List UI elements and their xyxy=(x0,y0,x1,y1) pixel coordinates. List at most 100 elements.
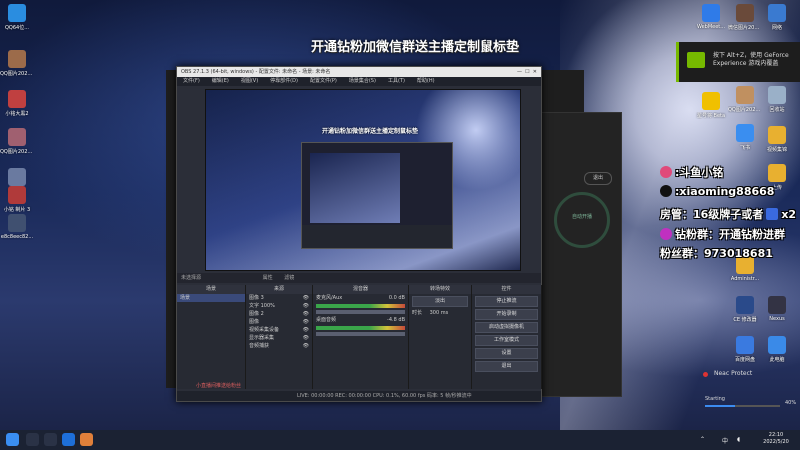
clock-time: 22:10 xyxy=(768,432,784,438)
desktop-icon-label: QQ64位... xyxy=(4,25,29,31)
app-icon xyxy=(736,336,754,354)
neac-protect-label: Neac Protect xyxy=(714,370,753,377)
desktop-icon[interactable]: 回收站 xyxy=(760,86,794,113)
app-icon[interactable] xyxy=(80,433,93,446)
scene-item[interactable]: 场景 xyxy=(177,294,245,302)
steam-icon[interactable] xyxy=(62,433,75,446)
starting-percent: 40% xyxy=(785,400,797,406)
sources-title: 来源 xyxy=(246,285,312,294)
mixer-channel-header: 麦克风/Aux 0.0 dB xyxy=(313,294,408,302)
ime-indicator[interactable]: 中 xyxy=(722,436,728,445)
tray-chevron-icon[interactable]: ⌃ xyxy=(700,436,705,443)
filters-button[interactable]: 滤镜 xyxy=(284,275,294,281)
source-item[interactable]: 文字 100% 👁 xyxy=(246,302,312,310)
control-button[interactable]: 启动虚拟摄像机 xyxy=(475,322,538,333)
app-icon xyxy=(702,4,720,22)
desktop-icon[interactable]: e8c8eec82... xyxy=(0,214,34,240)
start-icon[interactable] xyxy=(6,433,19,446)
source-item[interactable]: 图像 2 👁 xyxy=(246,310,312,318)
auto-live-ring[interactable] xyxy=(554,192,610,248)
transition-duration[interactable]: 时长 300 ms xyxy=(409,309,471,317)
desktop-icon[interactable]: QQ图片20220506... xyxy=(0,50,34,77)
source-item[interactable]: 音频捕获 👁 xyxy=(246,342,312,350)
desktop-icon[interactable]: CE 修改器 xyxy=(728,296,762,323)
mixer-dock: 混音器 麦克风/Aux 0.0 dB 桌面音频 -4.8 dB xyxy=(313,285,409,389)
source-item[interactable]: 显示器采集 👁 xyxy=(246,334,312,342)
menu-item[interactable]: 帮助(H) xyxy=(417,78,435,84)
desktop-icon[interactable]: 此电脑 xyxy=(760,336,794,363)
starting-label: Starting xyxy=(705,396,725,402)
desktop-icon-label: QQ图片20220510... xyxy=(0,149,34,155)
eye-icon[interactable]: 👁 xyxy=(303,326,309,334)
control-button[interactable]: 停止推流 xyxy=(475,296,538,307)
menu-item[interactable]: 视图(V) xyxy=(241,78,258,84)
obs-menu-bar: 文件(F) 编辑(E) 视图(V) 停靠部件(D) 配置文件(P) 场景集合(S) 工具(T… xyxy=(177,77,541,86)
source-item[interactable]: 视频采集设备 👁 xyxy=(246,326,312,334)
zuanfen-info: 钻粉群：开通钻粉进群 xyxy=(660,226,785,242)
eye-icon[interactable]: 👁 xyxy=(303,334,309,342)
desktop-icon[interactable]: 飞书 xyxy=(728,124,762,151)
app-icon xyxy=(768,164,786,182)
eye-icon[interactable]: 👁 xyxy=(303,294,309,302)
desktop-icon[interactable]: 视频集锦 xyxy=(760,126,794,153)
volume-slider[interactable] xyxy=(316,310,405,314)
diamond-icon xyxy=(660,228,672,240)
desktop-icon[interactable]: 百度网盘 xyxy=(728,336,762,363)
app-icon xyxy=(736,86,754,104)
window-controls[interactable]: — ☐ ✕ xyxy=(517,67,537,77)
nested-obs-preview xyxy=(301,142,453,249)
status-text: LIVE: 00:00:00 REC: 00:00:00 CPU: 0.1%, … xyxy=(297,393,472,399)
desktop-icon[interactable]: Nexus xyxy=(760,296,794,322)
source-toolbar: 未选择源 属性 滤镜 xyxy=(177,273,541,283)
douyu-id: :斗鱼小铭 xyxy=(660,164,723,180)
volume-meter xyxy=(316,304,405,308)
source-item[interactable]: 图像 👁 xyxy=(246,318,312,326)
volume-meter xyxy=(316,326,405,330)
volume-icon[interactable]: ◖ xyxy=(737,436,740,443)
desktop-icon[interactable]: 星号将 Beta xyxy=(694,92,728,119)
scenes-dock: 场景 场景 xyxy=(177,285,246,389)
nvidia-toast[interactable]: 按下 Alt+Z，使用 GeForce Experience 游戏内覆盖 xyxy=(676,42,800,82)
desktop-icon[interactable]: QQ图片20220510... xyxy=(0,128,34,155)
desktop-icon[interactable]: 网络 xyxy=(760,4,794,31)
duration-label: 时长 xyxy=(412,310,423,316)
obs-preview[interactable]: 开通钻粉加微信群送主播定制鼠标垫 xyxy=(205,89,521,271)
eye-icon[interactable]: 👁 xyxy=(303,302,309,310)
obs-title-bar: OBS 27.1.3 (64-bit, windows) - 配置文件: 未命名… xyxy=(177,67,541,77)
desktop-icon[interactable]: 小铭 制片 3 xyxy=(0,186,34,213)
menu-item[interactable]: 工具(T) xyxy=(388,78,405,84)
desktop-icon[interactable]: WebMeet... xyxy=(694,4,728,30)
transition-dock: 转场特效 淡出 时长 300 ms xyxy=(409,285,472,389)
transition-select[interactable]: 淡出 xyxy=(412,296,468,307)
properties-button[interactable]: 属性 xyxy=(263,275,273,281)
control-button[interactable]: 工作室模式 xyxy=(475,335,538,346)
search-icon[interactable] xyxy=(26,433,39,446)
task-view-icon[interactable] xyxy=(44,433,57,446)
clock[interactable]: 22:10 2022/5/20 xyxy=(756,432,796,446)
app-icon xyxy=(768,296,786,314)
desktop-icon-label: 百度网盘 xyxy=(734,357,755,363)
exit-button[interactable]: 退出 xyxy=(584,172,612,185)
menu-item[interactable]: 场景集合(S) xyxy=(349,78,376,84)
menu-item[interactable]: 停靠部件(D) xyxy=(270,78,298,84)
sources-dock: 来源 图像 3 👁 文字 100% 👁 图像 2 👁 图像 👁 视频采集设备 👁 显示器采… xyxy=(246,285,313,389)
desktop-icon[interactable]: 微信图片20220... xyxy=(728,4,762,31)
desktop-icon[interactable]: QQ图片20220... xyxy=(728,86,762,113)
source-item[interactable]: 图像 3 👁 xyxy=(246,294,312,302)
menu-item[interactable]: 配置文件(P) xyxy=(310,78,337,84)
control-button[interactable]: 退出 xyxy=(475,361,538,372)
eye-icon[interactable]: 👁 xyxy=(303,310,309,318)
desktop-icon[interactable]: 小铭大黑2 xyxy=(0,90,34,117)
controls-list: 停止推流开始录制启动虚拟摄像机 工作室模式设置退出 xyxy=(472,296,541,372)
obs-window[interactable]: OBS 27.1.3 (64-bit, windows) - 配置文件: 未命名… xyxy=(176,66,542,402)
menu-item[interactable]: 编辑(E) xyxy=(212,78,229,84)
obs-title-text: OBS 27.1.3 (64-bit, windows) - 配置文件: 未命名… xyxy=(181,69,331,75)
eye-icon[interactable]: 👁 xyxy=(303,318,309,326)
control-button[interactable]: 设置 xyxy=(475,348,538,359)
eye-icon[interactable]: 👁 xyxy=(303,342,309,350)
menu-item[interactable]: 文件(F) xyxy=(183,78,200,84)
desktop-icon[interactable]: QQ64位... xyxy=(0,4,34,31)
volume-slider[interactable] xyxy=(316,332,405,336)
control-button[interactable]: 开始录制 xyxy=(475,309,538,320)
mixer-channel-header: 桌面音频 -4.8 dB xyxy=(313,316,408,324)
